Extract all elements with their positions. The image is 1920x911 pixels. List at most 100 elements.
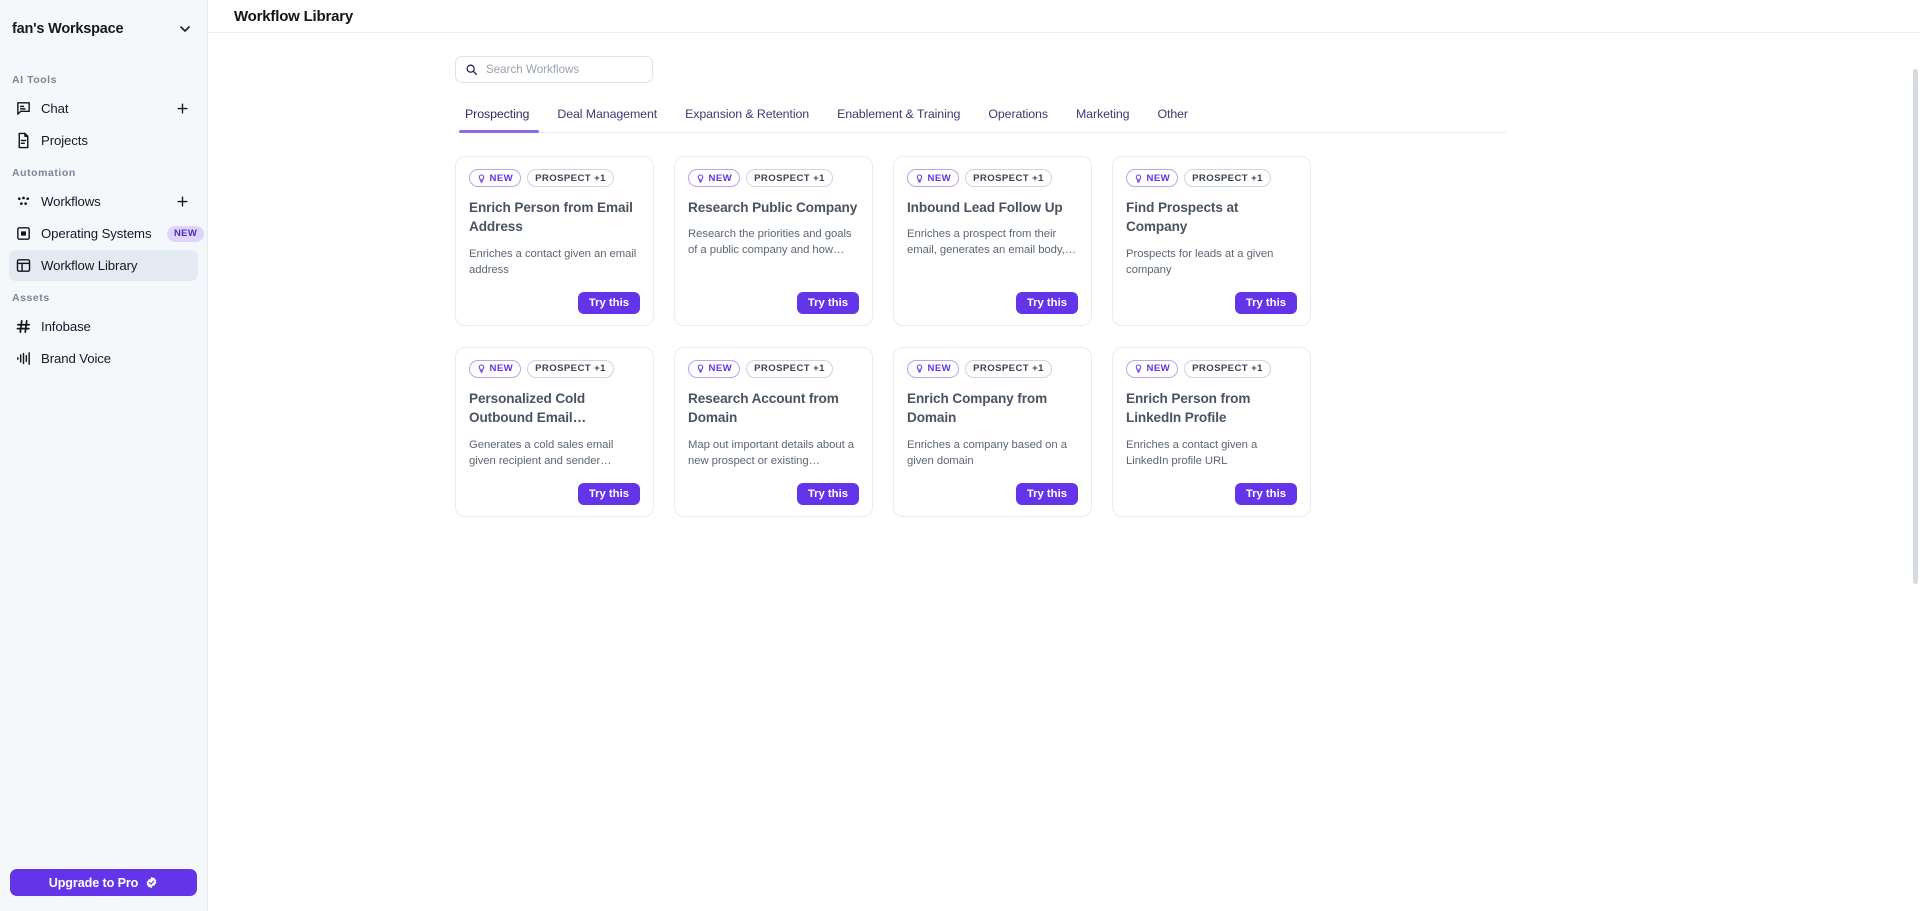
badge-new: NEW <box>688 169 741 187</box>
chat-bubble-icon <box>15 100 32 117</box>
card-title: Find Prospects at Company <box>1126 200 1239 235</box>
content-scroll-area: Prospecting Deal Management Expansion & … <box>208 33 1920 911</box>
workflow-card[interactable]: NEW PROSPECT +1 Enrich Person from Email… <box>455 156 654 326</box>
lightbulb-icon <box>1134 173 1143 183</box>
try-this-button[interactable]: Try this <box>577 482 640 505</box>
tab-prospecting[interactable]: Prospecting <box>455 107 543 133</box>
sidebar-item-chat[interactable]: Chat <box>9 93 198 124</box>
card-footer: Try this <box>1126 469 1297 505</box>
badge-new-label: NEW <box>489 172 514 184</box>
card-description: Enriches a contact given a LinkedIn prof… <box>1126 438 1258 467</box>
sidebar-footer: Upgrade to Pro <box>0 869 207 911</box>
sidebar-item-projects[interactable]: Projects <box>9 125 198 156</box>
tab-operations[interactable]: Operations <box>974 107 1062 132</box>
lightbulb-icon <box>696 364 705 374</box>
section-label-assets: Assets <box>12 292 50 304</box>
card-description: Map out important details about a new pr… <box>688 438 855 467</box>
sidebar-item-workflows[interactable]: Workflows <box>9 186 198 217</box>
search-row <box>455 56 1506 83</box>
workflow-card[interactable]: NEW PROSPECT +1 Enrich Company from Doma… <box>893 346 1092 517</box>
sidebar-item-infobase[interactable]: Infobase <box>9 311 198 342</box>
card-footer: Try this <box>688 469 859 505</box>
workflow-card[interactable]: NEW PROSPECT +1 Find Prospects at Compan… <box>1112 156 1311 326</box>
card-description: Enriches a contact given an email addres… <box>469 247 637 276</box>
lightbulb-icon <box>696 173 705 183</box>
lightbulb-icon <box>477 173 486 183</box>
badge-tag: PROSPECT +1 <box>746 169 833 187</box>
hash-icon <box>15 318 32 335</box>
workflow-card[interactable]: NEW PROSPECT +1 Research Account from Do… <box>674 346 873 517</box>
try-this-button[interactable]: Try this <box>1234 291 1297 314</box>
badge-new: NEW <box>1126 169 1179 187</box>
sidebar-item-brand-voice[interactable]: Brand Voice <box>9 343 198 374</box>
sidebar-item-workflow-library[interactable]: Workflow Library <box>9 250 198 281</box>
try-this-button[interactable]: Try this <box>577 291 640 314</box>
workflow-card[interactable]: NEW PROSPECT +1 Research Public Company … <box>674 156 873 326</box>
workflow-card[interactable]: NEW PROSPECT +1 Personalized Cold Outbou… <box>455 346 654 517</box>
badge-tag: PROSPECT +1 <box>1184 359 1271 378</box>
badge-new-label: NEW <box>1146 363 1171 375</box>
card-footer: Try this <box>469 469 640 505</box>
card-title: Inbound Lead Follow Up <box>907 200 1063 215</box>
sidebar-item-label: Workflow Library <box>41 258 138 273</box>
badge-new: NEW <box>469 359 522 378</box>
card-description: Generates a cold sales email given recip… <box>469 438 614 467</box>
card-chips: NEW PROSPECT +1 <box>1126 359 1297 378</box>
document-icon <box>15 132 32 149</box>
tab-marketing[interactable]: Marketing <box>1062 107 1144 132</box>
badge-new: NEW <box>907 359 960 378</box>
plus-icon[interactable] <box>175 101 190 116</box>
workflow-card[interactable]: NEW PROSPECT +1 Inbound Lead Follow Up E… <box>893 156 1092 326</box>
badge-tag: PROSPECT +1 <box>746 359 833 378</box>
card-chips: NEW PROSPECT +1 <box>1126 169 1297 187</box>
card-title: Research Public Company <box>688 200 858 215</box>
workspace-name: fan's Workspace <box>12 20 124 37</box>
plus-icon[interactable] <box>175 194 190 209</box>
tab-other[interactable]: Other <box>1143 107 1202 132</box>
try-this-button[interactable]: Try this <box>1015 482 1078 505</box>
try-this-button[interactable]: Try this <box>796 482 859 505</box>
card-footer: Try this <box>907 469 1078 505</box>
chevron-down-icon[interactable] <box>177 21 193 37</box>
workflow-dots-icon <box>15 193 32 210</box>
card-footer: Try this <box>688 278 859 314</box>
card-chips: NEW PROSPECT +1 <box>907 169 1078 187</box>
badge-new-label: NEW <box>708 172 733 184</box>
audio-waveform-icon <box>15 350 32 367</box>
sidebar-item-label: Infobase <box>41 319 91 334</box>
vertical-scrollbar[interactable] <box>1913 69 1918 584</box>
badge-tag: PROSPECT +1 <box>527 169 614 187</box>
upgrade-label: Upgrade to Pro <box>48 875 139 890</box>
upgrade-to-pro-button[interactable]: Upgrade to Pro <box>10 869 197 896</box>
badge-new: NEW <box>1126 359 1179 378</box>
card-description: Prospects for leads at a given company <box>1126 247 1274 276</box>
section-label-ai-tools: AI Tools <box>12 74 58 86</box>
badge-new: NEW <box>469 169 522 187</box>
workspace-switcher[interactable]: fan's Workspace <box>0 0 207 57</box>
card-chips: NEW PROSPECT +1 <box>469 359 640 378</box>
card-title: Personalized Cold Outbound Email… <box>469 390 587 426</box>
badge-new-label: NEW <box>489 363 514 375</box>
status-badge-new: NEW <box>167 225 204 242</box>
badge-new: NEW <box>907 169 960 187</box>
card-footer: Try this <box>469 278 640 314</box>
search-input[interactable] <box>486 63 643 76</box>
badge-new-label: NEW <box>1146 172 1171 184</box>
tab-deal-management[interactable]: Deal Management <box>543 107 671 132</box>
try-this-button[interactable]: Try this <box>1015 291 1078 314</box>
tab-expansion-retention[interactable]: Expansion & Retention <box>671 107 823 132</box>
card-description: Research the priorities and goals of a p… <box>688 228 852 257</box>
sidebar-item-operating-systems[interactable]: Operating Systems NEW <box>9 218 204 249</box>
card-title: Enrich Person from Email Address <box>469 200 633 235</box>
search-container[interactable] <box>455 56 653 83</box>
workflow-card[interactable]: NEW PROSPECT +1 Enrich Person from Linke… <box>1112 346 1311 517</box>
search-icon <box>465 63 478 76</box>
try-this-button[interactable]: Try this <box>796 291 859 314</box>
tab-enablement-training[interactable]: Enablement & Training <box>823 107 974 132</box>
badge-new: NEW <box>688 359 741 378</box>
try-this-button[interactable]: Try this <box>1234 482 1297 505</box>
lightbulb-icon <box>915 364 924 374</box>
badge-tag: PROSPECT +1 <box>1184 169 1271 187</box>
sidebar-item-label: Chat <box>41 101 69 116</box>
panel-icon <box>15 225 32 242</box>
